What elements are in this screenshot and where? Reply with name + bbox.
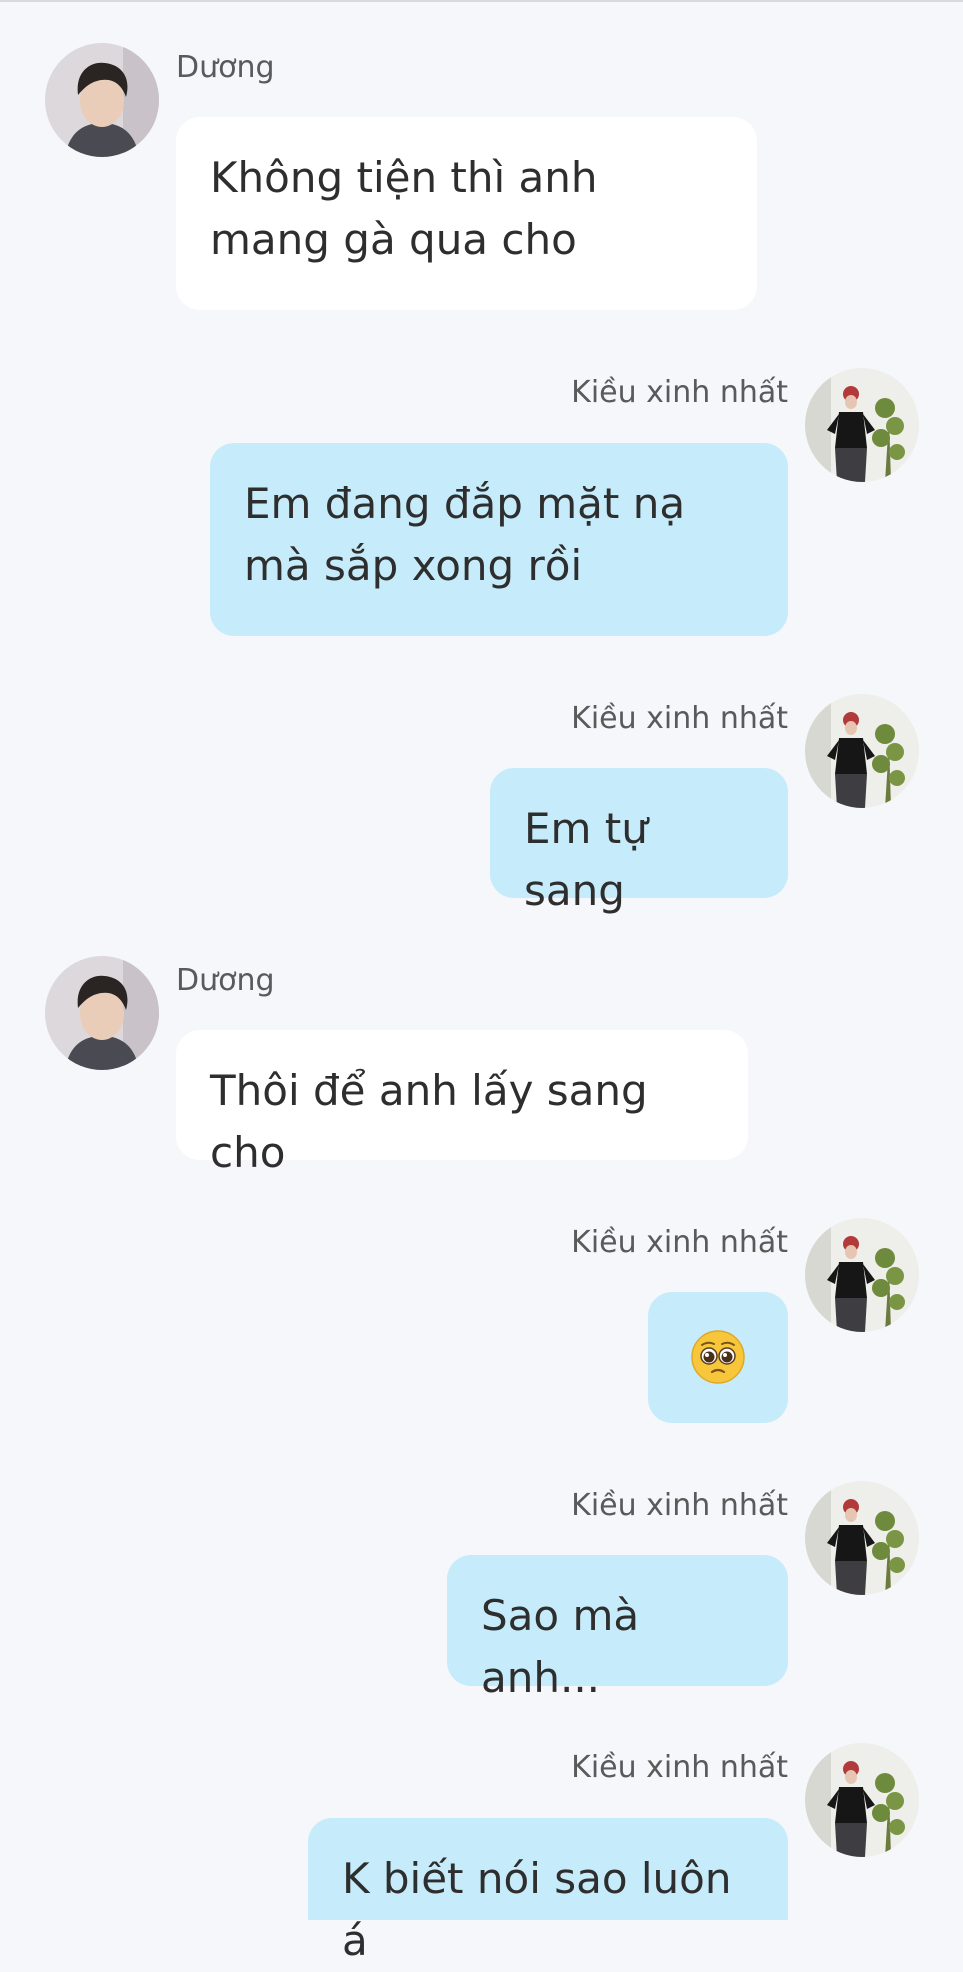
message-bubble[interactable]: K biết nói sao luôn á [308, 1818, 788, 1965]
message-text: Em tự sang [524, 804, 648, 915]
sender-name: Kiều xinh nhất [571, 1750, 788, 1785]
message-text: K biết nói sao luôn á [342, 1854, 732, 1965]
message-bubble[interactable]: Không tiện thì anh mang gà qua cho [176, 117, 757, 310]
message-bubble[interactable] [648, 1292, 788, 1423]
sender-name: Kiều xinh nhất [571, 375, 788, 410]
sender-name: Kiều xinh nhất [571, 1225, 788, 1260]
avatar-kieu[interactable] [805, 1481, 919, 1595]
message-bubble[interactable]: Sao mà anh... [447, 1555, 788, 1702]
avatar-duong[interactable] [45, 43, 159, 157]
message-text: Thôi để anh lấy sang cho [210, 1066, 648, 1177]
sender-name: Dương [176, 963, 275, 998]
sender-name: Kiều xinh nhất [571, 701, 788, 736]
avatar-kieu[interactable] [805, 694, 919, 808]
avatar-kieu[interactable] [805, 1743, 919, 1857]
message-bubble[interactable]: Em tự sang [490, 768, 788, 915]
sender-name: Kiều xinh nhất [571, 1488, 788, 1523]
pleading-face-emoji [691, 1330, 745, 1384]
message-bubble[interactable]: Thôi để anh lấy sang cho [176, 1030, 748, 1177]
message-text: Em đang đắp mặt nạ mà sắp xong rồi [244, 479, 686, 590]
sender-name: Dương [176, 50, 275, 85]
avatar-kieu[interactable] [805, 368, 919, 482]
avatar-duong[interactable] [45, 956, 159, 1070]
message-text: Sao mà anh... [481, 1591, 640, 1702]
message-bubble[interactable]: Em đang đắp mặt nạ mà sắp xong rồi [210, 443, 788, 636]
message-text: Không tiện thì anh mang gà qua cho [210, 153, 598, 264]
top-divider [0, 0, 963, 2]
avatar-kieu[interactable] [805, 1218, 919, 1332]
